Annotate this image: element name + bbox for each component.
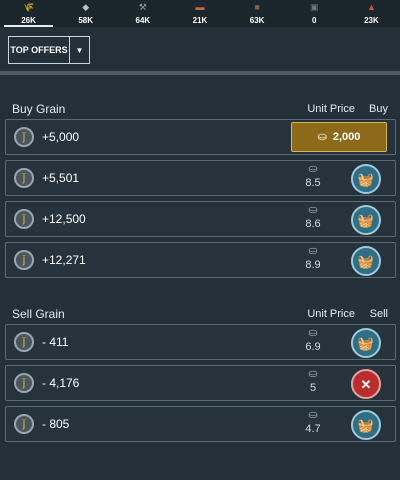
resource-bar: 🌾 26K ◆ 58K ⚒ 64K ▬ 21K ■ 63K ▣ 0 ▲ 23K xyxy=(0,0,400,27)
leather-icon: ■ xyxy=(254,1,260,12)
basket-icon: 🧺 xyxy=(357,212,375,228)
buy-section-title: Buy Grain xyxy=(12,102,66,116)
sell-column-header: Sell xyxy=(369,308,388,320)
basket-icon: 🧺 xyxy=(357,335,375,351)
coin-icon: ⛀ xyxy=(308,245,318,257)
sell-basket-button[interactable]: 🧺 xyxy=(351,328,381,358)
grain-icon: 🌾 xyxy=(22,1,35,12)
sell-section-header: Sell Grain Unit Price Sell xyxy=(12,306,388,322)
coin-icon: ⛀ xyxy=(308,409,318,421)
grain-icon: ǰ xyxy=(14,414,34,434)
resource-tab-leather[interactable]: ■ 63K xyxy=(229,0,286,27)
gold-price: 2,000 xyxy=(332,131,361,143)
offer-quantity: +12,271 xyxy=(42,253,86,267)
iron-icon: ⚒ xyxy=(138,1,147,12)
buy-offer-row[interactable]: ǰ +5,000 ⛀ 2,000 xyxy=(5,119,396,155)
unit-price-header: Unit Price xyxy=(307,308,355,320)
grain-icon: ǰ xyxy=(14,332,34,352)
buy-basket-button[interactable]: 🧺 xyxy=(351,164,381,194)
chevron-down-icon: ▼ xyxy=(75,45,84,55)
unit-price: ⛀ 8.5 xyxy=(305,163,321,190)
resource-tab-stone[interactable]: ◆ 58K xyxy=(57,0,114,27)
unit-price: ⛀ 4.7 xyxy=(305,409,321,436)
coin-icon: ⛀ xyxy=(308,368,318,380)
grain-icon: ǰ xyxy=(14,250,34,270)
basket-icon: 🧺 xyxy=(357,253,375,269)
resource-tab-fire[interactable]: ▲ 23K xyxy=(343,0,400,27)
unit-price: ⛀ 8.9 xyxy=(305,245,321,272)
buy-basket-button[interactable]: 🧺 xyxy=(351,205,381,235)
buy-basket-button[interactable]: 🧺 xyxy=(351,246,381,276)
top-offers-label: TOP OFFERS xyxy=(9,37,70,63)
resource-tab-iron[interactable]: ⚒ 64K xyxy=(114,0,171,27)
offer-quantity: - 4,176 xyxy=(42,376,80,390)
cloth-icon: ▣ xyxy=(310,1,319,12)
resource-tab-cloth[interactable]: ▣ 0 xyxy=(286,0,343,27)
buy-column-header: Buy xyxy=(369,103,388,115)
coin-icon: ⛀ xyxy=(317,130,327,143)
sell-offer-row[interactable]: ǰ - 411 ⛀ 6.9 🧺 xyxy=(5,324,396,360)
divider xyxy=(0,71,400,75)
top-offers-dropdown[interactable]: TOP OFFERS ▼ xyxy=(8,36,90,64)
grain-icon: ǰ xyxy=(14,168,34,188)
sell-basket-button[interactable]: 🧺 xyxy=(351,410,381,440)
buy-section-header: Buy Grain Unit Price Buy xyxy=(12,101,388,117)
buy-offer-row[interactable]: ǰ +12,500 ⛀ 8.6 🧺 xyxy=(5,201,396,237)
gold-buy-button[interactable]: ⛀ 2,000 xyxy=(291,122,387,152)
stone-icon: ◆ xyxy=(82,1,90,12)
offer-quantity: - 411 xyxy=(42,335,69,349)
buy-offer-row[interactable]: ǰ +5,501 ⛀ 8.5 🧺 xyxy=(5,160,396,196)
offer-quantity: - 805 xyxy=(42,417,70,431)
offer-quantity: +5,501 xyxy=(42,171,80,185)
unit-price-header: Unit Price xyxy=(307,103,355,115)
unit-price: ⛀ 8.6 xyxy=(305,204,321,231)
sell-offer-row[interactable]: ǰ - 4,176 ⛀ 5 ✕ xyxy=(5,365,396,401)
unit-price: ⛀ 5 xyxy=(308,368,318,395)
fire-icon: ▲ xyxy=(366,1,376,12)
coin-icon: ⛀ xyxy=(308,327,318,339)
wood-icon: ▬ xyxy=(195,1,205,12)
coin-icon: ⛀ xyxy=(308,163,318,175)
cancel-offer-button[interactable]: ✕ xyxy=(351,369,381,399)
close-icon: ✕ xyxy=(360,376,372,392)
coin-icon: ⛀ xyxy=(308,204,318,216)
grain-icon: ǰ xyxy=(14,127,34,147)
sell-section-title: Sell Grain xyxy=(12,307,65,321)
offer-quantity: +12,500 xyxy=(42,212,86,226)
grain-icon: ǰ xyxy=(14,209,34,229)
buy-offer-row[interactable]: ǰ +12,271 ⛀ 8.9 🧺 xyxy=(5,242,396,278)
resource-tab-grain[interactable]: 🌾 26K xyxy=(0,0,57,27)
unit-price: ⛀ 6.9 xyxy=(305,327,321,354)
basket-icon: 🧺 xyxy=(357,417,375,433)
resource-tab-wood[interactable]: ▬ 21K xyxy=(171,0,228,27)
grain-icon: ǰ xyxy=(14,373,34,393)
sell-offer-row[interactable]: ǰ - 805 ⛀ 4.7 🧺 xyxy=(5,406,396,442)
basket-icon: 🧺 xyxy=(357,171,375,187)
offer-quantity: +5,000 xyxy=(42,130,80,144)
